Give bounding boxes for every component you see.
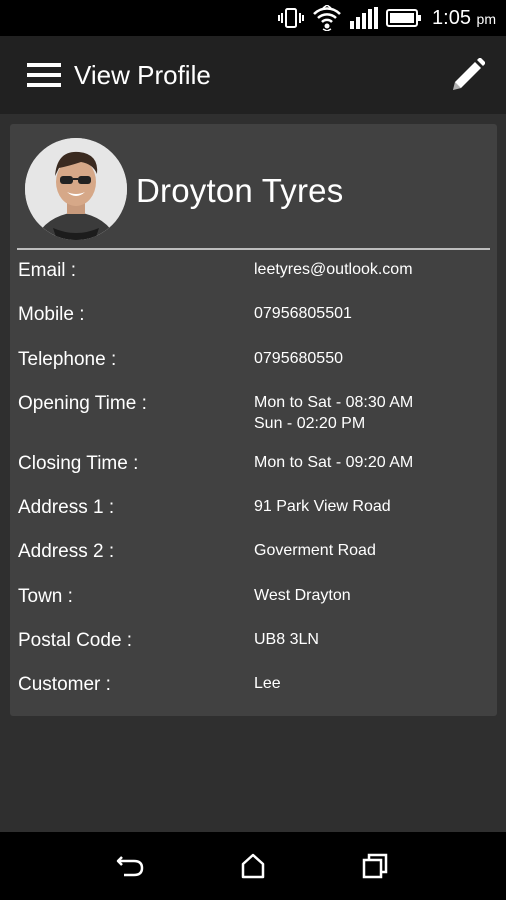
field-label: Closing Time :	[18, 453, 139, 474]
field-value: leetyres@outlook.com	[254, 261, 413, 278]
field-label: Town :	[18, 586, 73, 607]
recents-icon[interactable]	[350, 841, 400, 891]
profile-header: Droyton Tyres	[10, 124, 497, 248]
profile-name: Droyton Tyres	[136, 172, 344, 209]
field-value: 0795680550	[254, 350, 343, 367]
vibrate-icon	[278, 7, 305, 29]
field-label: Opening Time :	[18, 393, 147, 414]
avatar	[25, 138, 127, 240]
field-label: Address 2 :	[18, 541, 115, 562]
hamburger-menu-icon[interactable]	[26, 60, 62, 90]
field-label: Postal Code :	[18, 630, 133, 651]
battery-icon	[386, 8, 422, 28]
field-value: Mon to Sat - 09:20 AM	[254, 454, 414, 471]
wifi-icon	[312, 5, 342, 31]
field-label: Telephone :	[18, 349, 117, 370]
field-value: Mon to Sat - 08:30 AM	[254, 394, 414, 411]
pencil-edit-icon[interactable]	[448, 55, 488, 95]
field-label: Email :	[18, 260, 77, 281]
divider	[17, 248, 490, 250]
field-label: Customer :	[18, 674, 111, 695]
field-label: Mobile :	[18, 304, 85, 325]
status-clock: 1:05 pm	[432, 6, 496, 29]
home-icon[interactable]	[228, 841, 278, 891]
page-title: View Profile	[74, 59, 211, 90]
field-label: Address 1 :	[18, 497, 115, 518]
back-icon[interactable]	[106, 841, 156, 891]
field-value: West Drayton	[254, 587, 351, 604]
navigation-bar	[0, 832, 506, 900]
app-bar: View Profile	[0, 36, 506, 114]
field-value: 07956805501	[254, 305, 352, 322]
profile-card: Droyton Tyres Email : leetyres@outlook.c…	[10, 124, 497, 716]
signal-icon	[350, 7, 379, 29]
status-bar: 1:05 pm	[0, 0, 506, 36]
field-value: Lee	[254, 675, 281, 692]
field-value: Goverment Road	[254, 542, 376, 559]
field-value: UB8 3LN	[254, 631, 319, 648]
field-value: 91 Park View Road	[254, 498, 391, 515]
field-value-secondary: Sun - 02:20 PM	[254, 415, 366, 432]
